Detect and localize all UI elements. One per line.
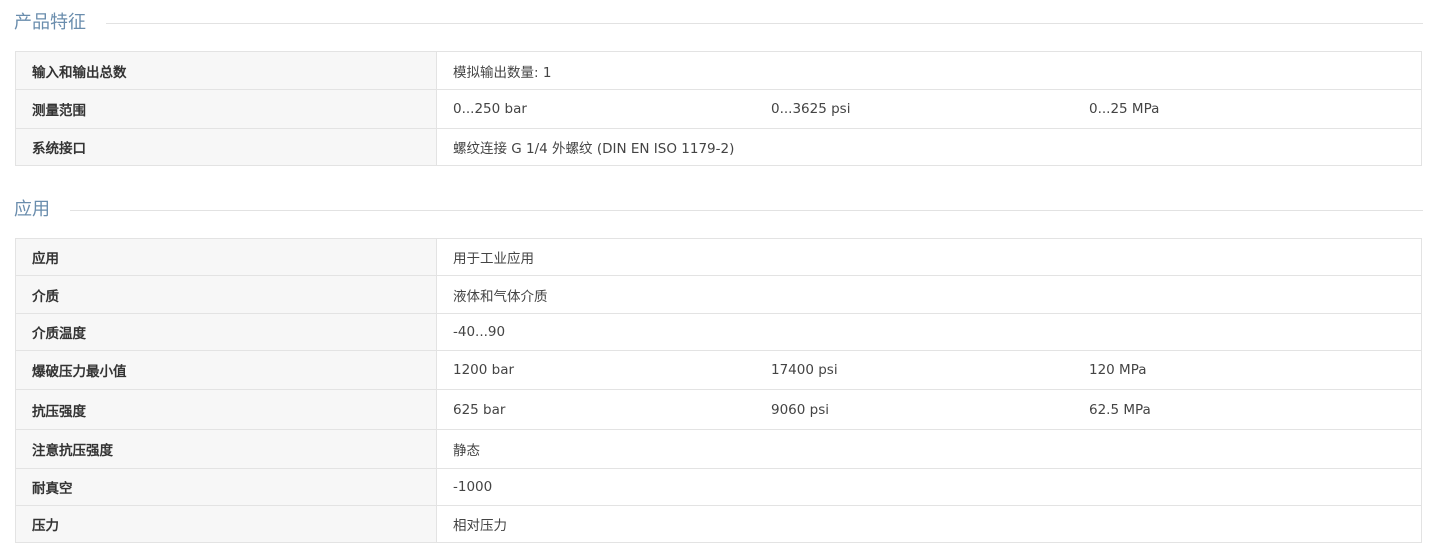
section-divider bbox=[70, 209, 1423, 211]
section-divider bbox=[106, 22, 1423, 24]
table-row: 压力 相对压力 bbox=[15, 505, 1422, 543]
row-value: -1000 bbox=[453, 479, 493, 495]
table-row: 测量范围 0...250 bar 0...3625 psi 0...25 MPa bbox=[15, 89, 1422, 129]
row-label: 测量范围 bbox=[15, 89, 437, 129]
section-title: 产品特征 bbox=[14, 12, 86, 33]
row-value: 液体和气体介质 bbox=[453, 288, 548, 305]
row-value: 120 MPa bbox=[1089, 362, 1147, 378]
row-label: 介质 bbox=[15, 275, 437, 314]
row-value: 9060 psi bbox=[771, 401, 830, 418]
row-value: 用于工业应用 bbox=[453, 251, 534, 267]
row-value: -40...90 bbox=[453, 324, 506, 340]
row-value: 模拟输出数量: 1 bbox=[453, 64, 552, 81]
row-value: 62.5 MPa bbox=[1089, 401, 1151, 418]
row-value: 相对压力 bbox=[453, 518, 507, 534]
section-header-features: 产品特征 bbox=[14, 11, 1423, 35]
section-header-application: 应用 bbox=[14, 198, 1423, 222]
row-label: 压力 bbox=[15, 505, 437, 543]
table-row: 爆破压力最小值 1200 bar 17400 psi 120 MPa bbox=[15, 350, 1422, 390]
row-label: 介质温度 bbox=[15, 313, 437, 351]
row-label: 应用 bbox=[15, 238, 437, 276]
row-label: 输入和输出总数 bbox=[15, 51, 437, 90]
row-label: 抗压强度 bbox=[15, 389, 437, 430]
row-value: 17400 psi bbox=[771, 362, 838, 378]
table-row: 输入和输出总数 模拟输出数量: 1 bbox=[15, 51, 1422, 90]
table-row: 应用 用于工业应用 bbox=[15, 238, 1422, 276]
spec-table-features: 输入和输出总数 模拟输出数量: 1 测量范围 0...250 bar 0...3… bbox=[15, 51, 1422, 166]
row-value: 螺纹连接 G 1/4 外螺纹 (DIN EN ISO 1179-2) bbox=[453, 141, 735, 157]
table-row: 系统接口 螺纹连接 G 1/4 外螺纹 (DIN EN ISO 1179-2) bbox=[15, 128, 1422, 166]
row-label: 系统接口 bbox=[15, 128, 437, 166]
row-value: 625 bar bbox=[453, 401, 506, 418]
spec-table-application: 应用 用于工业应用 介质 液体和气体介质 介质温度 -40...90 爆破压力最… bbox=[15, 238, 1422, 543]
table-row: 介质 液体和气体介质 bbox=[15, 275, 1422, 314]
row-label: 注意抗压强度 bbox=[15, 429, 437, 469]
row-value: 静态 bbox=[453, 443, 480, 459]
product-spec-page: 产品特征 输入和输出总数 模拟输出数量: 1 测量范围 0...250 bar … bbox=[0, 0, 1438, 553]
row-label: 耐真空 bbox=[15, 468, 437, 506]
row-label: 爆破压力最小值 bbox=[15, 350, 437, 390]
row-value: 0...3625 psi bbox=[771, 101, 851, 117]
table-row: 注意抗压强度 静态 bbox=[15, 429, 1422, 469]
table-row: 抗压强度 625 bar 9060 psi 62.5 MPa bbox=[15, 389, 1422, 430]
table-row: 介质温度 -40...90 bbox=[15, 313, 1422, 351]
row-value: 1200 bar bbox=[453, 362, 515, 378]
section-title: 应用 bbox=[14, 199, 50, 220]
table-row: 耐真空 -1000 bbox=[15, 468, 1422, 506]
row-value: 0...25 MPa bbox=[1089, 101, 1160, 117]
row-value: 0...250 bar bbox=[453, 101, 527, 117]
